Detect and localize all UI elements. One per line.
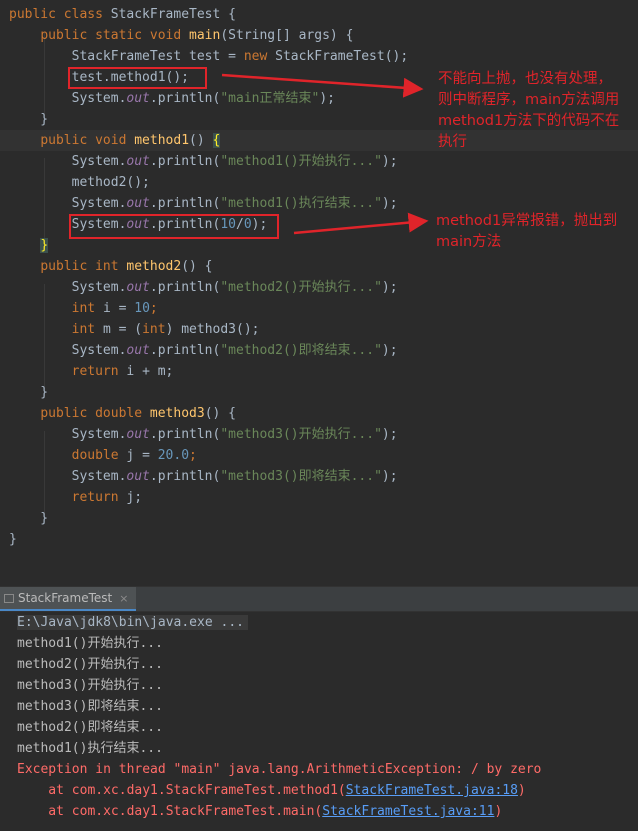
stack-frame-source-link[interactable]: StackFrameTest.java:11: [322, 804, 494, 819]
stack-frame-suffix: ): [517, 783, 526, 798]
run-config-icon: [4, 593, 14, 603]
run-tab-bar: StackFrameTest ×: [0, 587, 638, 612]
stack-frame-suffix: ): [494, 804, 503, 819]
annotation-note-exception: method1异常报错，抛出到 main方法: [436, 213, 618, 250]
console-output-line: method3()即将结束...: [17, 699, 163, 714]
run-tab-label: StackFrameTest: [18, 591, 113, 605]
console-output-line: method1()开始执行...: [17, 636, 163, 651]
console-stack-frame: at com.xc.day1.StackFrameTest.main(Stack…: [17, 801, 502, 822]
arrow-to-note1: [221, 73, 424, 98]
stack-frame-prefix: at com.xc.day1.StackFrameTest.main(: [17, 804, 323, 819]
console-output-line: method1()执行结束...: [17, 741, 163, 756]
console-output-line: method2()即将结束...: [17, 720, 163, 735]
console-exception-line: Exception in thread "main" java.lang.Ari…: [17, 762, 542, 777]
console-stack-frame: at com.xc.day1.StackFrameTest.method1(St…: [17, 780, 526, 801]
console-output-line: method2()开始执行...: [17, 657, 163, 672]
run-tab-stackframetest[interactable]: StackFrameTest ×: [0, 587, 137, 611]
annotation-note-method1-call: 不能向上抛，也没有处理， 则中断程序，main方法调用 method1方法下的代…: [438, 71, 620, 150]
stack-frame-prefix: at com.xc.day1.StackFrameTest.method1(: [17, 783, 346, 798]
console-output-line: method3()开始执行...: [17, 678, 163, 693]
stack-frame-source-link[interactable]: StackFrameTest.java:18: [346, 783, 518, 798]
arrow-to-note2: [293, 212, 429, 235]
code-editor[interactable]: public class StackFrameTest { public sta…: [0, 0, 638, 585]
close-icon[interactable]: ×: [119, 592, 128, 605]
console-command-line: E:\Java\jdk8\bin\java.exe ...: [17, 612, 248, 633]
run-console-panel: StackFrameTest × E:\Java\jdk8\bin\java.e…: [0, 586, 638, 831]
console-command: E:\Java\jdk8\bin\java.exe ...: [17, 615, 248, 630]
